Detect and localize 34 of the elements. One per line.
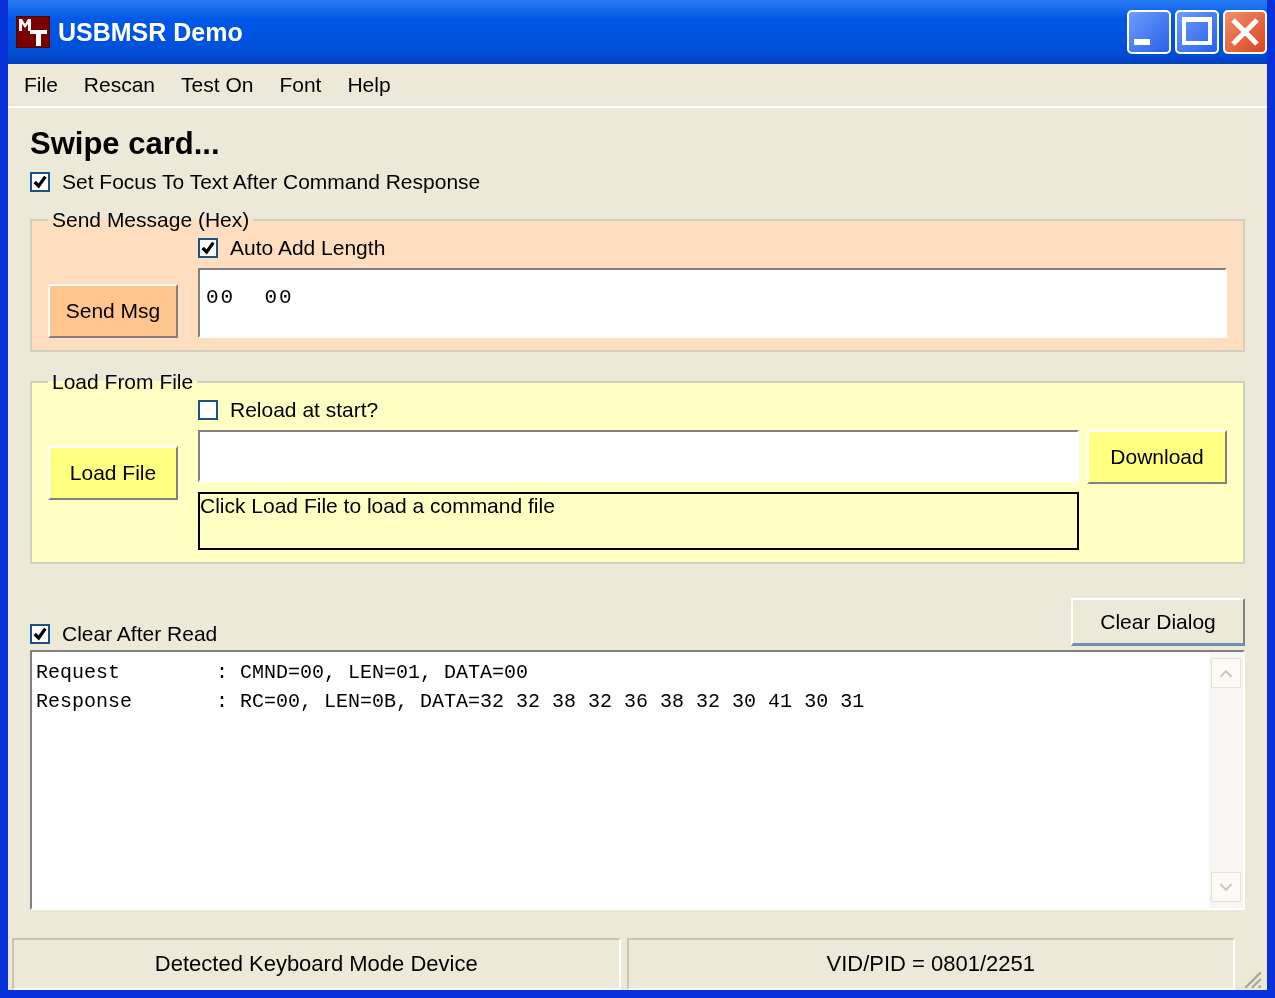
checkbox-label: Reload at start? xyxy=(230,398,379,422)
minimize-button[interactable] xyxy=(1127,10,1171,54)
hint-text: Click Load File to load a command file xyxy=(198,492,1079,550)
status-heading: Swipe card... xyxy=(30,126,221,162)
checkbox[interactable] xyxy=(30,172,50,192)
menu-item[interactable]: Test On xyxy=(181,73,254,97)
checkbox-label: Auto Add Length xyxy=(230,236,386,260)
log-area[interactable]: Request : CMND=00, LEN=01, DATA=00 Response : RC=00, LEN=0B, DATA=32 32 38 32 36 38 32 30 41 30 31 xyxy=(30,650,1245,910)
checkbox[interactable] xyxy=(198,238,218,258)
load-file-button[interactable]: Load File xyxy=(48,446,178,500)
menu-item[interactable]: Help xyxy=(347,73,391,97)
checkbox-label: Clear After Read xyxy=(62,622,218,646)
checkbox[interactable] xyxy=(30,624,50,644)
log-line: Response : RC=00, LEN=0B, DATA=32 32 38 32 36 38 32 30 41 30 31 xyxy=(36,689,866,715)
message-field[interactable]: 00 00 xyxy=(198,268,1227,338)
clear-dialog-button[interactable]: Clear Dialog xyxy=(1071,598,1245,646)
close-button[interactable] xyxy=(1223,10,1267,54)
app-logo-icon xyxy=(16,16,50,48)
checkbox-label: Set Focus To Text After Command Response xyxy=(62,170,481,194)
window-title: USBMSR Demo xyxy=(58,17,244,47)
download-button[interactable]: Download xyxy=(1087,430,1227,484)
group-title: Send Message (Hex) xyxy=(51,208,251,232)
checkbox[interactable] xyxy=(198,400,218,420)
status-pane: Detected Keyboard Mode Device xyxy=(12,938,621,990)
log-line: Request : CMND=00, LEN=01, DATA=00 xyxy=(36,660,530,686)
send-button[interactable]: Send Msg xyxy=(48,284,178,338)
menu-item[interactable]: Rescan xyxy=(83,73,156,97)
status-pane: VID/PID = 0801/2251 xyxy=(626,938,1235,990)
maximize-button[interactable] xyxy=(1175,10,1219,54)
minimize-icon xyxy=(1134,39,1150,45)
menu-item[interactable]: Font xyxy=(279,73,322,97)
menu-item[interactable]: File xyxy=(24,73,58,97)
file-path-field[interactable] xyxy=(198,430,1079,482)
group-title: Load From File xyxy=(51,370,195,394)
